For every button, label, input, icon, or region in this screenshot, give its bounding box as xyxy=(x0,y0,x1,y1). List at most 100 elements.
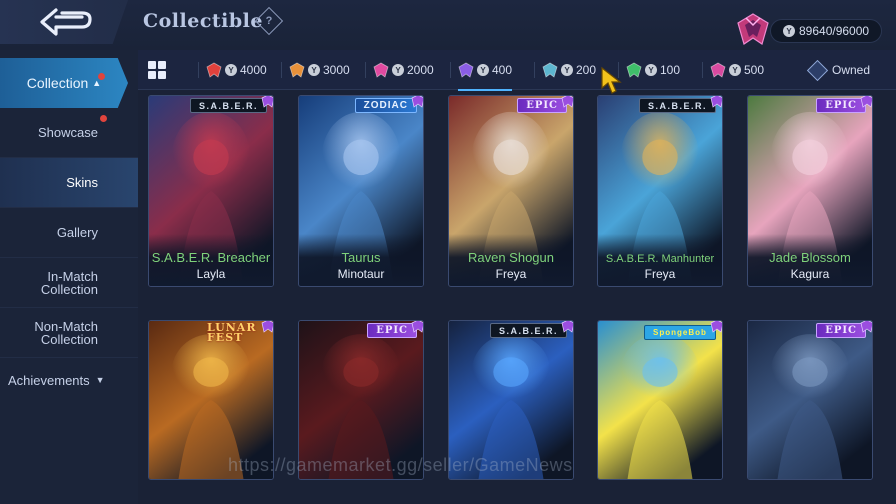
sidebar-item-achievements[interactable]: Achievements ▼ xyxy=(0,360,138,400)
skin-card[interactable]: EPIC xyxy=(747,320,873,480)
rarity-gem-icon xyxy=(261,96,273,108)
skin-card[interactable]: EPIC Jade Blossom Kagura xyxy=(747,95,873,287)
rarity-gem-icon xyxy=(710,62,726,78)
rarity-gem-icon xyxy=(411,321,423,333)
chevron-down-icon: ▼ xyxy=(95,374,105,385)
back-button[interactable] xyxy=(0,0,128,44)
sidebar-item-label: Non-Match Collection xyxy=(34,318,98,347)
sidebar-item-non-match-collection[interactable]: Non-Match Collection xyxy=(0,308,138,358)
filter-tab-value: 400 xyxy=(492,63,513,77)
watermark-text: https://gamemarket.gg/seller/GameNews xyxy=(228,455,573,475)
tab-divider xyxy=(534,62,535,78)
sidebar-item-label: Collection xyxy=(26,74,89,91)
skin-tier-badge: S.A.B.E.R. xyxy=(189,98,267,113)
skin-card[interactable]: EPIC Raven Shogun Freya xyxy=(448,95,574,287)
skin-tier-badge: EPIC xyxy=(517,98,567,113)
skin-card[interactable]: S.A.B.E.R. S.A.B.E.R. Manhunter Freya xyxy=(597,95,723,287)
hero-name: Minotaur xyxy=(337,267,385,281)
sidebar-item-gallery[interactable]: Gallery xyxy=(0,208,138,258)
skin-tier-badge: EPIC xyxy=(816,98,866,113)
filter-owned[interactable]: Owned xyxy=(806,57,871,83)
rarity-gem-icon xyxy=(289,62,305,78)
coin-icon: Y xyxy=(308,64,320,76)
filter-tab-100[interactable]: Y 100 xyxy=(626,57,680,83)
skin-name: S.A.B.E.R. Manhunter xyxy=(605,253,715,265)
skin-tier-badge: S.A.B.E.R. xyxy=(638,98,716,113)
skin-tier-badge: ZODIAC xyxy=(354,98,417,113)
skin-caption: S.A.B.E.R. Manhunter Freya xyxy=(598,234,722,286)
coin-icon: Y xyxy=(392,64,404,76)
sidebar-item-label: Achievements xyxy=(8,372,90,388)
back-arrow-icon xyxy=(40,8,92,36)
tab-divider xyxy=(450,62,451,78)
filter-tab-value: 2000 xyxy=(407,63,434,77)
coin-icon: Y xyxy=(645,64,657,76)
tab-divider xyxy=(702,62,703,78)
sidebar-item-label: Skins xyxy=(66,175,98,190)
sidebar-item-collection[interactable]: Collection ▲ xyxy=(0,58,128,108)
skin-tier-badge: EPIC xyxy=(367,323,417,338)
skin-name: Taurus xyxy=(341,250,381,265)
skin-name: Jade Blossom xyxy=(769,250,851,265)
filter-tab-2000[interactable]: Y 2000 xyxy=(373,57,434,83)
hero-name: Freya xyxy=(644,267,676,281)
sidebar-item-showcase[interactable]: Showcase xyxy=(0,108,138,158)
filter-tab-value: 4000 xyxy=(240,63,267,77)
sidebar-item-in-match-collection[interactable]: In-Match Collection xyxy=(0,258,138,308)
rarity-gem-icon xyxy=(860,96,872,108)
filter-tab-value: 100 xyxy=(660,63,681,77)
skin-card[interactable]: SpongeBob xyxy=(597,320,723,480)
tab-divider xyxy=(365,62,366,78)
points-value: 89640/96000 xyxy=(799,24,870,38)
filter-owned-label: Owned xyxy=(832,63,871,77)
coin-icon: Y xyxy=(783,25,795,37)
sidebar-item-label: Gallery xyxy=(56,225,98,240)
filter-tab-400[interactable]: Y 400 xyxy=(458,57,513,91)
skin-tier-badge: EPIC xyxy=(816,323,866,338)
skin-caption: Jade Blossom Kagura xyxy=(748,234,872,286)
skin-art xyxy=(598,321,722,479)
sidebar-item-skins[interactable]: Skins xyxy=(0,158,138,208)
rarity-gem-icon xyxy=(542,62,558,78)
coin-icon: Y xyxy=(561,64,573,76)
skin-card[interactable]: ZODIAC Taurus Minotaur xyxy=(298,95,424,287)
coin-icon: Y xyxy=(225,64,237,76)
skin-caption: S.A.B.E.R. Breacher Layla xyxy=(149,234,273,286)
filter-tab-value: 3000 xyxy=(323,63,350,77)
filter-tab-200[interactable]: Y 200 xyxy=(542,57,596,83)
filter-tab-value: 200 xyxy=(576,63,597,77)
coin-icon: Y xyxy=(477,64,489,76)
help-icon-label: ? xyxy=(265,15,273,27)
skin-name: Raven Shogun xyxy=(467,250,554,265)
filter-tab-4000[interactable]: Y 4000 xyxy=(206,57,267,83)
notification-dot xyxy=(100,115,107,122)
points-counter: Y 89640/96000 xyxy=(770,19,882,43)
cursor-icon xyxy=(601,66,622,94)
rarity-gem-icon xyxy=(206,62,222,78)
tab-divider xyxy=(281,62,282,78)
top-bar: Collectible ? Y 89640/96000 xyxy=(0,0,896,50)
tab-divider xyxy=(198,62,199,78)
rarity-filter-bar: Y 4000 Y 3000 Y 2000 Y 400 Y 200 Y 100 Y 500 Owned xyxy=(138,50,896,91)
skin-tier-badge: S.A.B.E.R. xyxy=(489,323,567,338)
skin-caption: Taurus Minotaur xyxy=(299,234,423,286)
page-title: Collectible xyxy=(143,10,263,32)
rarity-gem-icon xyxy=(561,321,573,333)
rarity-gem-icon xyxy=(860,321,872,333)
rarity-gem-icon xyxy=(561,96,573,108)
notification-dot xyxy=(98,73,105,80)
owned-checkbox-icon xyxy=(806,59,829,81)
sidebar-item-label: In-Match Collection xyxy=(40,268,98,297)
rarity-gem-icon xyxy=(458,62,474,78)
filter-tab-3000[interactable]: Y 3000 xyxy=(289,57,350,83)
grid-view-icon[interactable] xyxy=(148,61,166,79)
hero-name: Kagura xyxy=(790,267,830,281)
skin-caption: Raven Shogun Freya xyxy=(449,234,573,286)
skin-card[interactable]: S.A.B.E.R. S.A.B.E.R. Breacher Layla xyxy=(148,95,274,287)
skin-art xyxy=(748,321,872,479)
rarity-gem-icon xyxy=(373,62,389,78)
rarity-gem-icon xyxy=(626,62,642,78)
filter-tab-500[interactable]: Y 500 xyxy=(710,57,764,83)
filter-tab-value: 500 xyxy=(744,63,765,77)
rarity-gem-icon xyxy=(411,96,423,108)
